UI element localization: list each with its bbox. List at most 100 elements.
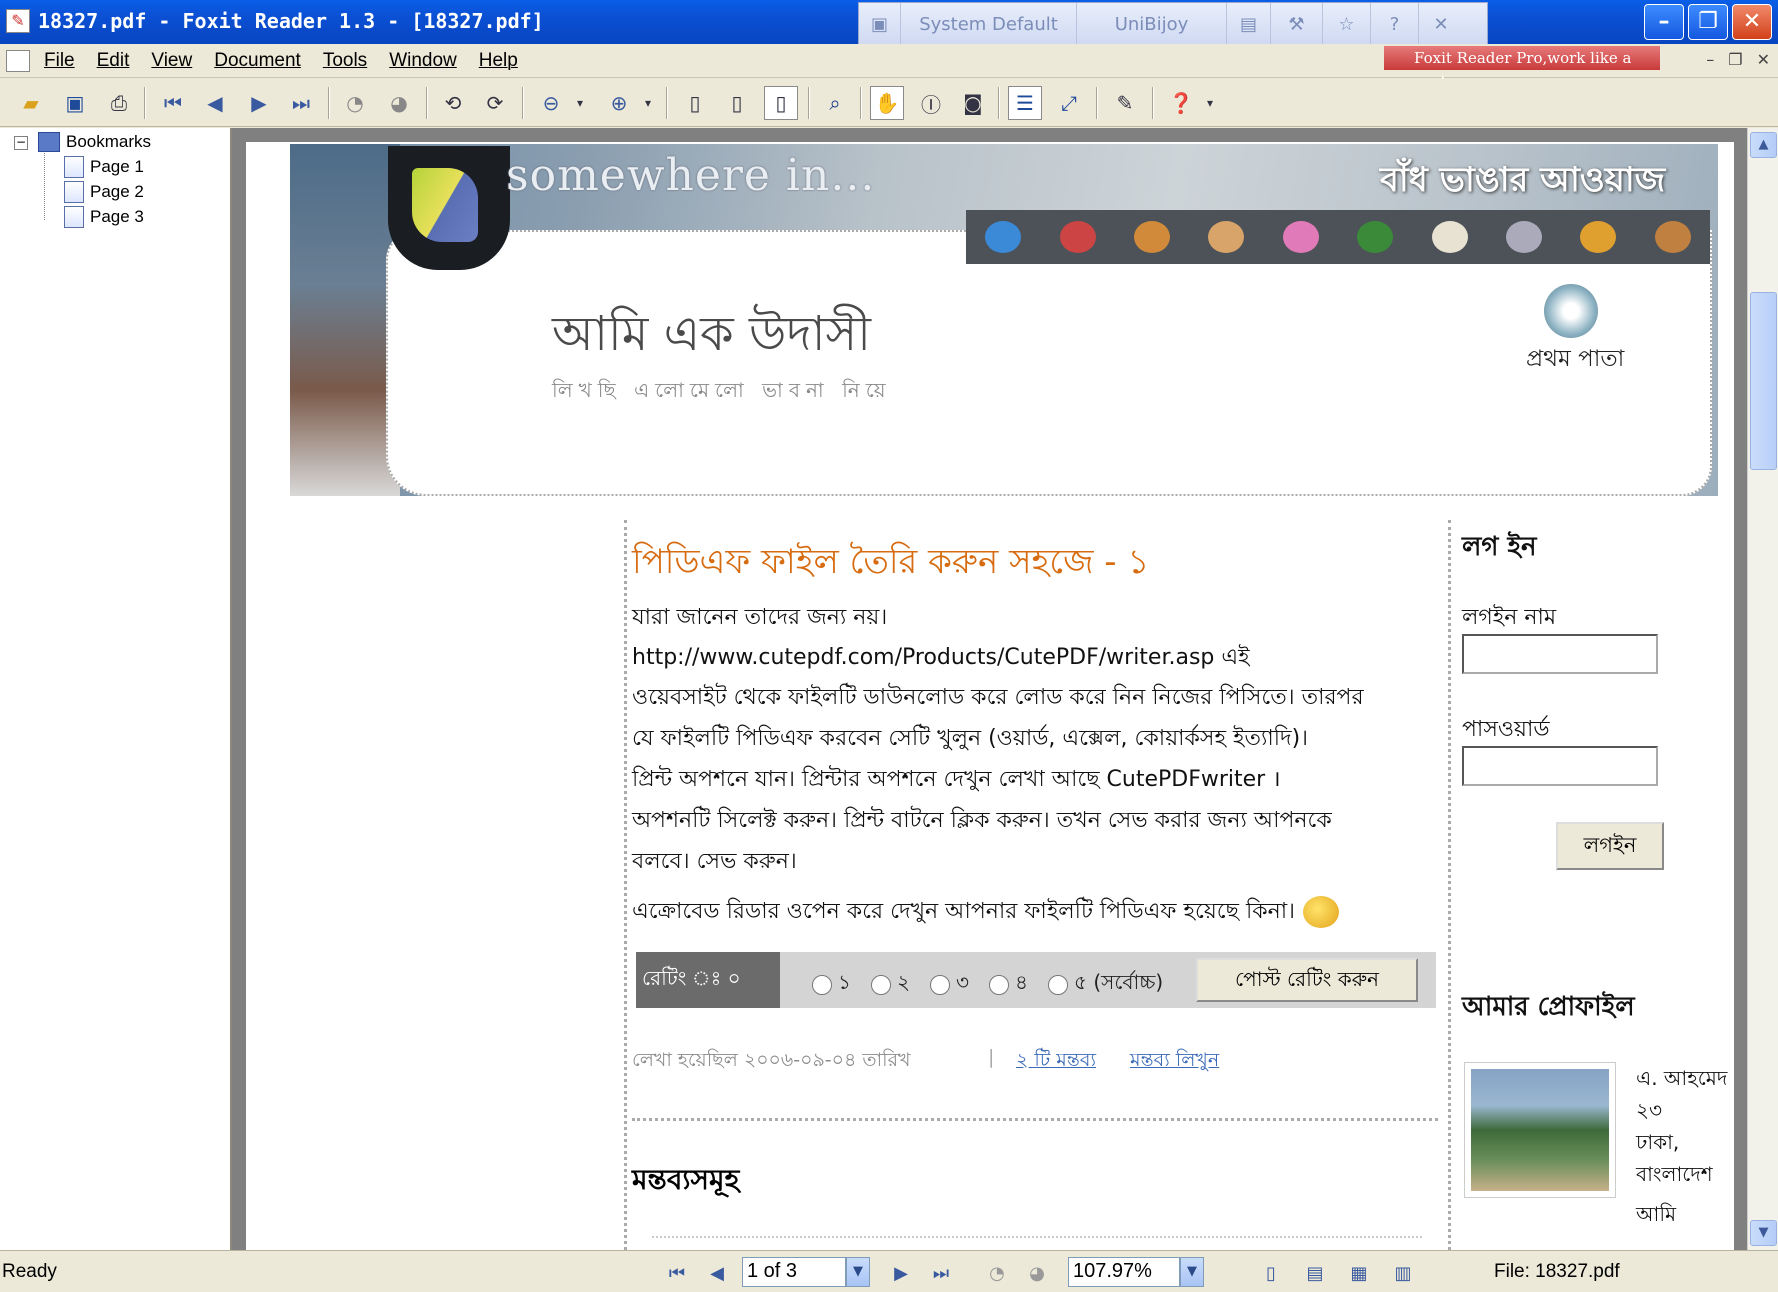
ime-menu-icon[interactable]: ▣	[859, 3, 901, 45]
status-back-icon[interactable]: ◔	[982, 1259, 1012, 1287]
post-line: বলবে। সেভ করুন।	[632, 849, 797, 874]
minimize-button[interactable]: –	[1644, 4, 1684, 40]
fit-page-icon[interactable]: ▯	[720, 86, 754, 120]
nav-icon[interactable]	[1059, 221, 1096, 253]
menu-view[interactable]: View	[151, 50, 192, 72]
zoom-in-icon[interactable]: ⊕	[602, 86, 636, 120]
actual-size-icon[interactable]: ▯	[678, 86, 712, 120]
annotation-icon[interactable]: ✎	[1108, 86, 1142, 120]
foxit-app-icon[interactable]: ✎	[6, 9, 30, 33]
write-comment-link[interactable]: মন্তব্য লিখুন	[1130, 1046, 1219, 1078]
next-page-icon[interactable]: ▶	[242, 86, 276, 120]
save-icon[interactable]: ▣	[58, 86, 92, 120]
zoom-in-dropdown-icon[interactable]: ▾	[638, 86, 658, 120]
bookmark-page-1[interactable]: Page 1	[64, 156, 144, 178]
fit-width-icon[interactable]: ▯	[764, 86, 798, 120]
file-name: File: 18327.pdf	[1494, 1261, 1620, 1282]
bookmarks-root[interactable]: Bookmarks	[38, 132, 151, 152]
nav-icon[interactable]	[985, 221, 1022, 253]
menu-help[interactable]: Help	[479, 50, 518, 72]
ime-options-icon[interactable]: ▤	[1227, 3, 1271, 45]
zoom-dropdown-icon[interactable]: ▼	[1180, 1257, 1204, 1287]
menu-edit[interactable]: Edit	[97, 50, 130, 72]
full-screen-icon[interactable]: ⤢	[1052, 86, 1086, 120]
username-input[interactable]	[1462, 634, 1658, 674]
find-icon[interactable]: ⌕	[818, 86, 852, 120]
menu-window[interactable]: Window	[389, 50, 457, 72]
nav-icon[interactable]	[1208, 221, 1245, 253]
doc-close-icon[interactable]: ✕	[1757, 50, 1770, 69]
nav-icon[interactable]	[1580, 221, 1617, 253]
snapshot-icon[interactable]: ◙	[956, 86, 990, 120]
bookmarks-panel-icon[interactable]: ☰	[1008, 86, 1042, 120]
scroll-thumb[interactable]	[1750, 292, 1777, 470]
back-icon[interactable]: ◔	[338, 86, 372, 120]
page-dropdown-icon[interactable]: ▼	[846, 1257, 870, 1287]
status-next-page-icon[interactable]: ▶	[886, 1259, 916, 1287]
zoom-out-dropdown-icon[interactable]: ▾	[570, 86, 590, 120]
menu-file[interactable]: File	[44, 50, 75, 72]
vertical-scrollbar[interactable]: ▲ ▼	[1747, 128, 1778, 1250]
maximize-button[interactable]: ❐	[1688, 4, 1728, 40]
nav-icon[interactable]	[1357, 221, 1394, 253]
status-previous-page-icon[interactable]: ◀	[702, 1259, 732, 1287]
nav-icon[interactable]	[1431, 221, 1468, 253]
rating-radio-3[interactable]	[930, 974, 950, 995]
ime-tools-icon[interactable]: ⚒	[1271, 3, 1323, 45]
password-input[interactable]	[1462, 746, 1658, 786]
last-page-icon[interactable]: ⏭	[284, 86, 318, 120]
continuous-icon[interactable]: ▤	[1300, 1259, 1330, 1287]
page-number-field[interactable]: 1 of 3	[742, 1257, 846, 1287]
previous-page-icon[interactable]: ◀	[198, 86, 232, 120]
menu-document[interactable]: Document	[214, 50, 301, 72]
scroll-down-icon[interactable]: ▼	[1750, 1220, 1777, 1246]
nav-icon[interactable]	[1282, 221, 1319, 253]
open-icon[interactable]: ▰	[14, 86, 48, 120]
foxit-pro-promo[interactable]: Foxit Reader Pro,work like a pro!	[1384, 46, 1660, 91]
help-dropdown-icon[interactable]: ▾	[1200, 86, 1220, 120]
comments-count-link[interactable]: ২ টি মন্তব্য	[1016, 1046, 1096, 1078]
zoom-out-icon[interactable]: ⊖	[534, 86, 568, 120]
single-page-icon[interactable]: ▯	[1256, 1259, 1286, 1287]
status-bar: Ready ⏮ ◀ 1 of 3 ▼ ▶ ⏭ ◔ ◕ 107.97% ▼ ▯ ▤…	[0, 1250, 1778, 1292]
continuous-facing-icon[interactable]: ▥	[1388, 1259, 1418, 1287]
forward-icon[interactable]: ◕	[382, 86, 416, 120]
rotate-left-icon[interactable]: ⟲	[436, 86, 470, 120]
login-button[interactable]: লগইন	[1556, 822, 1664, 870]
status-first-page-icon[interactable]: ⏮	[662, 1259, 692, 1287]
nav-icon[interactable]	[1133, 221, 1170, 253]
ime-star-icon[interactable]: ☆	[1323, 3, 1371, 45]
nav-icon[interactable]	[1505, 221, 1542, 253]
first-page-icon[interactable]: ⏮	[156, 86, 190, 120]
ime-close-icon[interactable]: ✕	[1419, 3, 1463, 45]
nav-icon[interactable]	[1654, 221, 1691, 253]
facing-icon[interactable]: ▦	[1344, 1259, 1374, 1287]
document-icon[interactable]	[6, 50, 30, 72]
text-select-icon[interactable]: Ⓘ	[914, 86, 948, 120]
zoom-field[interactable]: 107.97%	[1068, 1257, 1180, 1287]
post-rating-button[interactable]: পোস্ট রেটিং করুন	[1196, 958, 1418, 1002]
home-icon[interactable]	[1544, 284, 1598, 338]
bookmarks-collapse-toggle[interactable]: −	[14, 136, 28, 150]
doc-minimize-icon[interactable]: –	[1706, 50, 1714, 69]
ime-layout-selector[interactable]: UniBijoy	[1077, 3, 1227, 45]
rating-radio-4[interactable]	[989, 974, 1010, 995]
rating-radio-2[interactable]	[870, 974, 891, 995]
bookmark-page-2[interactable]: Page 2	[64, 181, 144, 203]
status-last-page-icon[interactable]: ⏭	[926, 1259, 956, 1287]
home-link[interactable]: প্রথম পাতা	[1526, 340, 1624, 379]
hand-tool-icon[interactable]: ✋	[870, 86, 904, 120]
status-forward-icon[interactable]: ◕	[1022, 1259, 1052, 1287]
ime-keyboard-selector[interactable]: System Default	[901, 3, 1077, 45]
bookmark-page-3[interactable]: Page 3	[64, 206, 144, 228]
ime-help-icon[interactable]: ?	[1371, 3, 1419, 45]
help-icon[interactable]: ❓	[1164, 86, 1198, 120]
rotate-right-icon[interactable]: ⟳	[478, 86, 512, 120]
menu-tools[interactable]: Tools	[323, 50, 367, 72]
close-button[interactable]: ✕	[1732, 4, 1772, 40]
print-icon[interactable]: ⎙	[102, 86, 136, 120]
doc-restore-icon[interactable]: ❐	[1728, 50, 1742, 69]
rating-radio-5[interactable]	[1048, 974, 1068, 995]
rating-radio-1[interactable]	[812, 974, 832, 995]
scroll-up-icon[interactable]: ▲	[1750, 132, 1777, 158]
